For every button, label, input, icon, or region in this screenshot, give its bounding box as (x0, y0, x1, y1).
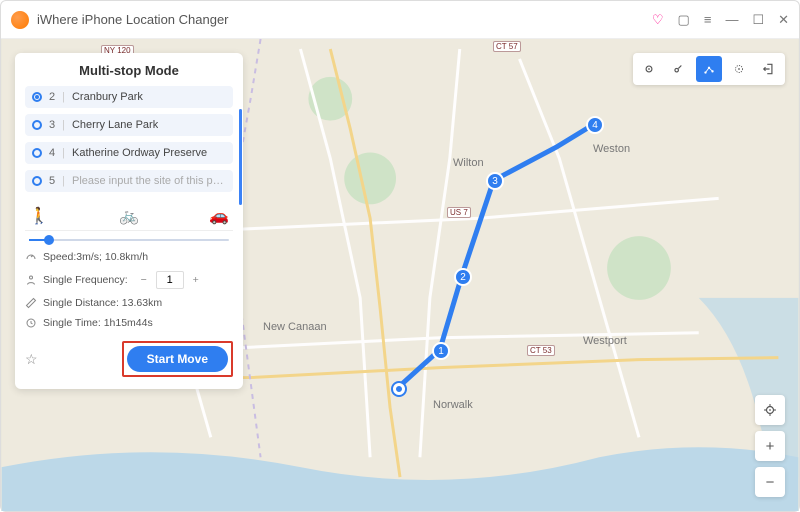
car-icon[interactable]: 🚗 (209, 206, 229, 226)
stop-row[interactable]: 2 | Cranbury Park (25, 86, 233, 108)
stop-row[interactable]: 3 | Cherry Lane Park (25, 114, 233, 136)
mode-locate-icon[interactable] (636, 56, 662, 82)
stops-list: 2 | Cranbury Park 3 | Cherry Lane Park 4… (25, 86, 233, 192)
stop-label: Katherine Ordway Preserve (72, 147, 207, 159)
multistop-panel: Multi-stop Mode 2 | Cranbury Park 3 | Ch… (15, 53, 243, 389)
radio-icon[interactable] (32, 92, 42, 102)
freq-plus-button[interactable]: + (188, 272, 204, 288)
stop-number: 2 (49, 91, 55, 103)
stat-frequency: Single Frequency: − + (25, 271, 233, 289)
menu-icon[interactable]: ≡ (704, 12, 712, 27)
clock-icon (25, 317, 37, 329)
route-node-1: 1 (432, 342, 450, 360)
zoom-controls: + − (755, 395, 785, 497)
route-node-2: 2 (454, 268, 472, 286)
radio-icon[interactable] (32, 120, 42, 130)
speed-mode-tabs: 🚶 🚲 🚗 (25, 206, 233, 231)
stop-number: 4 (49, 147, 55, 159)
stat-time: Single Time: 1h15m44s (25, 317, 233, 329)
route-node-3: 3 (486, 172, 504, 190)
stop-number: 5 (49, 175, 55, 187)
app-title: iWhere iPhone Location Changer (37, 12, 652, 27)
zoom-in-button[interactable]: + (755, 431, 785, 461)
route-start-node (393, 383, 405, 395)
ruler-icon (25, 297, 37, 309)
gauge-icon (25, 251, 37, 263)
walk-icon[interactable]: 🚶 (29, 206, 49, 226)
stop-label: Cranbury Park (72, 91, 143, 103)
stop-row[interactable]: 4 | Katherine Ordway Preserve (25, 142, 233, 164)
stop-placeholder: Please input the site of this path (72, 175, 226, 187)
favorite-icon[interactable]: ♡ (652, 12, 664, 28)
frequency-input[interactable] (156, 271, 184, 289)
zoom-out-button[interactable]: − (755, 467, 785, 497)
close-icon[interactable]: ✕ (778, 12, 789, 28)
stop-label: Cherry Lane Park (72, 119, 158, 131)
mode-toolbar (633, 53, 785, 85)
titlebar: iWhere iPhone Location Changer ♡ ▢ ≡ — ☐… (1, 1, 799, 39)
app-logo-icon (11, 11, 29, 29)
bike-icon[interactable]: 🚲 (119, 206, 139, 226)
window-float-icon[interactable]: ▢ (678, 12, 690, 28)
stops-scrollbar[interactable] (239, 109, 242, 205)
mode-multistop-icon[interactable] (696, 56, 722, 82)
stat-distance: Single Distance: 13.63km (25, 297, 233, 309)
panel-title: Multi-stop Mode (25, 63, 233, 78)
maximize-icon[interactable]: ☐ (752, 12, 764, 28)
mode-single-icon[interactable] (666, 56, 692, 82)
content-area: 1 2 3 4 Wilton Weston Westport Norwalk N… (1, 39, 799, 511)
mode-exit-icon[interactable] (756, 56, 782, 82)
route-node-4: 4 (586, 116, 604, 134)
stop-number: 3 (49, 119, 55, 131)
person-icon (25, 274, 37, 286)
start-move-button[interactable]: Start Move (127, 346, 228, 372)
minimize-icon[interactable]: — (725, 12, 738, 27)
stat-speed: Speed:3m/s; 10.8km/h (25, 251, 233, 263)
slider-thumb-icon[interactable] (44, 235, 54, 245)
app-window: iWhere iPhone Location Changer ♡ ▢ ≡ — ☐… (0, 0, 800, 512)
stop-row[interactable]: 5 | Please input the site of this path (25, 170, 233, 192)
start-move-highlight: Start Move (122, 341, 233, 377)
favorite-star-icon[interactable]: ☆ (25, 351, 38, 368)
radio-icon[interactable] (32, 148, 42, 158)
freq-minus-button[interactable]: − (136, 272, 152, 288)
recenter-button[interactable] (755, 395, 785, 425)
mode-joystick-icon[interactable] (726, 56, 752, 82)
speed-slider[interactable] (29, 239, 229, 241)
radio-icon[interactable] (32, 176, 42, 186)
